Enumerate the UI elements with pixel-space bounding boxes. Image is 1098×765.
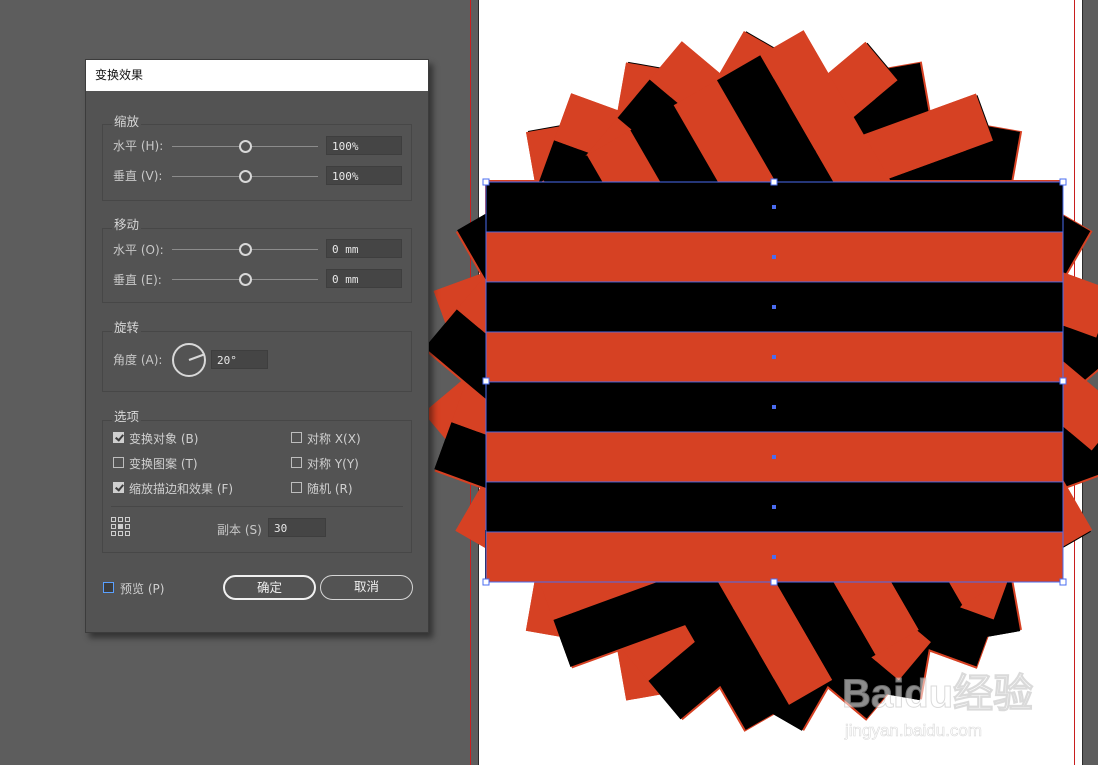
watermark-brand: Baidu经验 bbox=[842, 672, 1033, 716]
cancel-button[interactable]: 取消 bbox=[320, 575, 413, 600]
move-horizontal-slider-knob[interactable] bbox=[239, 243, 252, 256]
scale-vertical-slider-knob[interactable] bbox=[239, 170, 252, 183]
options-divider bbox=[111, 506, 403, 507]
move-vertical-input[interactable]: 0 mm bbox=[326, 269, 402, 288]
preview-label[interactable]: 预览 (P) bbox=[120, 580, 164, 597]
move-horizontal-input[interactable]: 0 mm bbox=[326, 239, 402, 258]
random-checkbox[interactable] bbox=[291, 482, 302, 493]
scale-vertical-input[interactable]: 100% bbox=[326, 166, 402, 185]
center-point bbox=[772, 405, 776, 409]
rotate-angle-label: 角度 (A): bbox=[113, 353, 163, 367]
transform-effect-dialog: 变换效果 缩放 水平 (H): 100% 垂直 (V): 100% 移动 水平 … bbox=[85, 59, 429, 633]
ok-button[interactable]: 确定 bbox=[223, 575, 316, 600]
center-point bbox=[772, 355, 776, 359]
scale-horizontal-label: 水平 (H): bbox=[113, 139, 164, 153]
center-point bbox=[772, 505, 776, 509]
baidu-watermark: Baidu经验 jingyan.baidu.com bbox=[842, 672, 1034, 741]
center-point bbox=[772, 555, 776, 559]
move-vertical-slider-knob[interactable] bbox=[239, 273, 252, 286]
center-point bbox=[772, 455, 776, 459]
reflect-y-label[interactable]: 对称 Y(Y) bbox=[307, 455, 359, 472]
selection-handle bbox=[1059, 178, 1067, 186]
reflect-x-label[interactable]: 对称 X(X) bbox=[307, 430, 361, 447]
transform-objects-checkbox[interactable] bbox=[113, 432, 124, 443]
selection-handle bbox=[482, 578, 490, 586]
move-horizontal-label: 水平 (O): bbox=[113, 243, 164, 257]
center-point bbox=[772, 305, 776, 309]
scale-vertical-label: 垂直 (V): bbox=[113, 169, 163, 183]
center-point bbox=[772, 255, 776, 259]
dialog-title[interactable]: 变换效果 bbox=[86, 60, 428, 91]
copies-input[interactable]: 30 bbox=[268, 518, 326, 537]
transform-patterns-checkbox[interactable] bbox=[113, 457, 124, 468]
reflect-y-checkbox[interactable] bbox=[291, 457, 302, 468]
scale-strokes-effects-checkbox[interactable] bbox=[113, 482, 124, 493]
move-legend: 移动 bbox=[112, 214, 142, 233]
transform-objects-label[interactable]: 变换对象 (B) bbox=[129, 430, 198, 447]
selection-handle bbox=[770, 578, 778, 586]
copies-label: 副本 (S) bbox=[217, 523, 262, 537]
striped-rectangle bbox=[485, 181, 1064, 583]
rotate-angle-input[interactable]: 20° bbox=[211, 350, 268, 369]
random-label[interactable]: 随机 (R) bbox=[307, 480, 353, 497]
options-legend: 选项 bbox=[112, 406, 142, 425]
selection-handle bbox=[1059, 377, 1067, 385]
rotate-legend: 旋转 bbox=[112, 317, 142, 336]
move-vertical-label: 垂直 (E): bbox=[113, 273, 162, 287]
watermark-url: jingyan.baidu.com bbox=[844, 721, 982, 740]
selection-handle bbox=[770, 178, 778, 186]
transform-patterns-label[interactable]: 变换图案 (T) bbox=[129, 455, 198, 472]
angle-dial[interactable] bbox=[171, 342, 207, 378]
scale-legend: 缩放 bbox=[112, 111, 142, 130]
scale-horizontal-slider-knob[interactable] bbox=[239, 140, 252, 153]
selection-handle bbox=[482, 178, 490, 186]
reference-point-icon[interactable] bbox=[111, 517, 131, 537]
reflect-x-checkbox[interactable] bbox=[291, 432, 302, 443]
preview-checkbox[interactable] bbox=[103, 582, 114, 593]
scale-strokes-effects-label[interactable]: 缩放描边和效果 (F) bbox=[129, 480, 233, 497]
scale-horizontal-input[interactable]: 100% bbox=[326, 136, 402, 155]
center-point bbox=[772, 205, 776, 209]
selection-handle bbox=[482, 377, 490, 385]
selection-handle bbox=[1059, 578, 1067, 586]
